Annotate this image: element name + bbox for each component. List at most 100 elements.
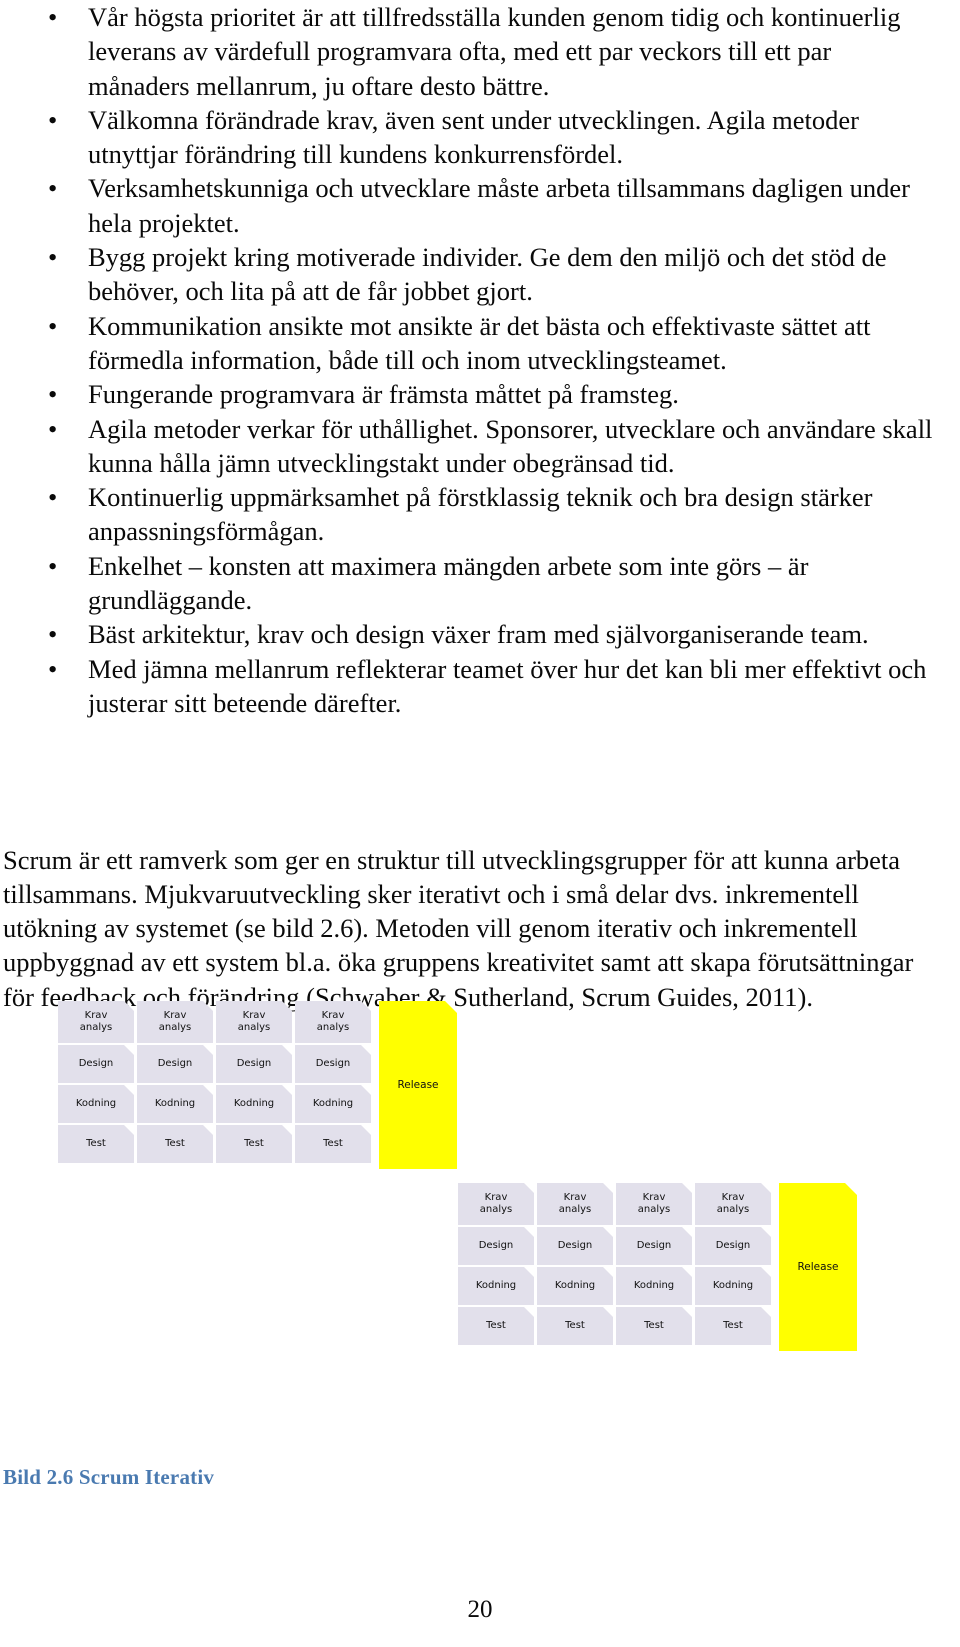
scrum-paragraph: Scrum är ett ramverk som ger en struktur… (3, 844, 914, 1012)
card-label: Design (478, 1240, 514, 1251)
card-krav-analys: Krav analys (216, 1001, 292, 1043)
bullet-icon: • (48, 619, 58, 650)
card-label: Kodning (712, 1280, 754, 1291)
bullet-icon: • (48, 104, 58, 135)
card-kodning: Kodning (695, 1267, 771, 1305)
card-krav-analys: Krav analys (458, 1183, 534, 1225)
card-design: Design (695, 1227, 771, 1265)
list-item: • Med jämna mellanrum reflekterar teamet… (0, 652, 935, 721)
card-test: Test (537, 1307, 613, 1345)
sprint-column: Krav analys Design Kodning Test (137, 1001, 213, 1163)
card-label: Test (86, 1138, 106, 1149)
list-item: • Bäst arkitektur, krav och design växer… (0, 617, 935, 651)
card-label: Test (244, 1138, 264, 1149)
card-label: Krav analys (316, 1010, 350, 1033)
list-item-text: Med jämna mellanrum reflekterar teamet ö… (88, 653, 927, 718)
card-label: Krav analys (479, 1192, 513, 1215)
card-design: Design (58, 1045, 134, 1083)
list-item-text: Bäst arkitektur, krav och design växer f… (88, 619, 869, 650)
card-design: Design (295, 1045, 371, 1083)
card-label: Test (644, 1320, 664, 1331)
scrum-block-1: Krav analys Design Kodning Test Krav analy… (58, 1001, 457, 1169)
bullet-icon: • (48, 2, 58, 32)
list-item-text: Kommunikation ansikte mot ansikte är det… (88, 310, 871, 375)
bullet-icon: • (48, 413, 58, 444)
list-item-text: Kontinuerlig uppmärksamhet på förstklass… (88, 482, 873, 547)
list-item: • Kommunikation ansikte mot ansikte är d… (0, 309, 935, 378)
sprint-column: Krav analys Design Kodning Test (216, 1001, 292, 1163)
card-test: Test (58, 1125, 134, 1163)
list-item-text: Verksamhetskunniga och utvecklare måste … (88, 173, 910, 238)
list-item: • Agila metoder verkar för uthållighet. … (0, 412, 935, 481)
card-label: Design (236, 1058, 272, 1069)
scrum-iterative-figure: Krav analys Design Kodning Test Krav analy… (0, 993, 960, 1393)
list-item: • Välkomna förändrade krav, även sent un… (0, 103, 935, 172)
sprint-column: Krav analys Design Kodning Test (58, 1001, 134, 1163)
card-label: Design (715, 1240, 751, 1251)
card-krav-analys: Krav analys (537, 1183, 613, 1225)
card-kodning: Kodning (458, 1267, 534, 1305)
card-label: Test (165, 1138, 185, 1149)
card-krav-analys: Krav analys (695, 1183, 771, 1225)
card-design: Design (458, 1227, 534, 1265)
card-label: Krav analys (237, 1010, 271, 1033)
list-item-text: Välkomna förändrade krav, även sent unde… (88, 104, 859, 170)
card-design: Design (537, 1227, 613, 1265)
bullet-icon: • (48, 550, 58, 581)
release-label: Release (797, 1260, 839, 1273)
card-krav-analys: Krav analys (137, 1001, 213, 1043)
card-label: Test (723, 1320, 743, 1331)
card-design: Design (137, 1045, 213, 1083)
card-label: Kodning (312, 1098, 354, 1109)
card-label: Kodning (554, 1280, 596, 1291)
card-test: Test (295, 1125, 371, 1163)
card-label: Test (323, 1138, 343, 1149)
card-kodning: Kodning (137, 1085, 213, 1123)
sprint-column: Krav analys Design Kodning Test (695, 1183, 771, 1345)
card-design: Design (216, 1045, 292, 1083)
card-label: Design (557, 1240, 593, 1251)
card-label: Test (486, 1320, 506, 1331)
bullet-icon: • (48, 173, 58, 204)
card-label: Kodning (233, 1098, 275, 1109)
card-krav-analys: Krav analys (616, 1183, 692, 1225)
list-item: • Enkelhet – konsten att maximera mängde… (0, 549, 935, 618)
card-release: Release (779, 1183, 857, 1351)
bullet-icon: • (48, 242, 58, 273)
bullet-icon: • (48, 653, 58, 684)
list-item: • Vår högsta prioritet är att tillfredss… (0, 0, 935, 103)
card-kodning: Kodning (537, 1267, 613, 1305)
card-label: Krav analys (558, 1192, 592, 1215)
card-design: Design (616, 1227, 692, 1265)
card-label: Krav analys (158, 1010, 192, 1033)
card-kodning: Kodning (295, 1085, 371, 1123)
list-item-text: Agila metoder verkar för uthållighet. Sp… (88, 413, 933, 478)
list-item-text: Bygg projekt kring motiverade individer.… (88, 242, 887, 307)
document-page: • Vår högsta prioritet är att tillfredss… (0, 0, 960, 1647)
card-test: Test (137, 1125, 213, 1163)
card-label: Krav analys (79, 1010, 113, 1033)
bullet-icon: • (48, 379, 58, 410)
list-item: • Verksamhetskunniga och utvecklare måst… (0, 171, 935, 240)
card-label: Kodning (633, 1280, 675, 1291)
figure-caption: Bild 2.6 Scrum Iterativ (3, 1465, 215, 1489)
card-kodning: Kodning (216, 1085, 292, 1123)
card-label: Krav analys (637, 1192, 671, 1215)
sprint-column: Krav analys Design Kodning Test (616, 1183, 692, 1345)
card-label: Kodning (154, 1098, 196, 1109)
card-krav-analys: Krav analys (58, 1001, 134, 1043)
list-item-text: Enkelhet – konsten att maximera mängden … (88, 550, 809, 616)
card-label: Test (565, 1320, 585, 1331)
agile-principles-list: • Vår högsta prioritet är att tillfredss… (0, 0, 935, 720)
card-test: Test (616, 1307, 692, 1345)
list-item: • Fungerande programvara är främsta mått… (0, 377, 935, 411)
card-label: Krav analys (716, 1192, 750, 1215)
card-release: Release (379, 1001, 457, 1169)
card-kodning: Kodning (616, 1267, 692, 1305)
list-item: • Bygg projekt kring motiverade individe… (0, 240, 935, 309)
bullet-icon: • (48, 310, 58, 341)
card-label: Kodning (75, 1098, 117, 1109)
card-label: Design (157, 1058, 193, 1069)
release-label: Release (397, 1078, 439, 1091)
list-item: • Kontinuerlig uppmärksamhet på förstkla… (0, 480, 935, 549)
